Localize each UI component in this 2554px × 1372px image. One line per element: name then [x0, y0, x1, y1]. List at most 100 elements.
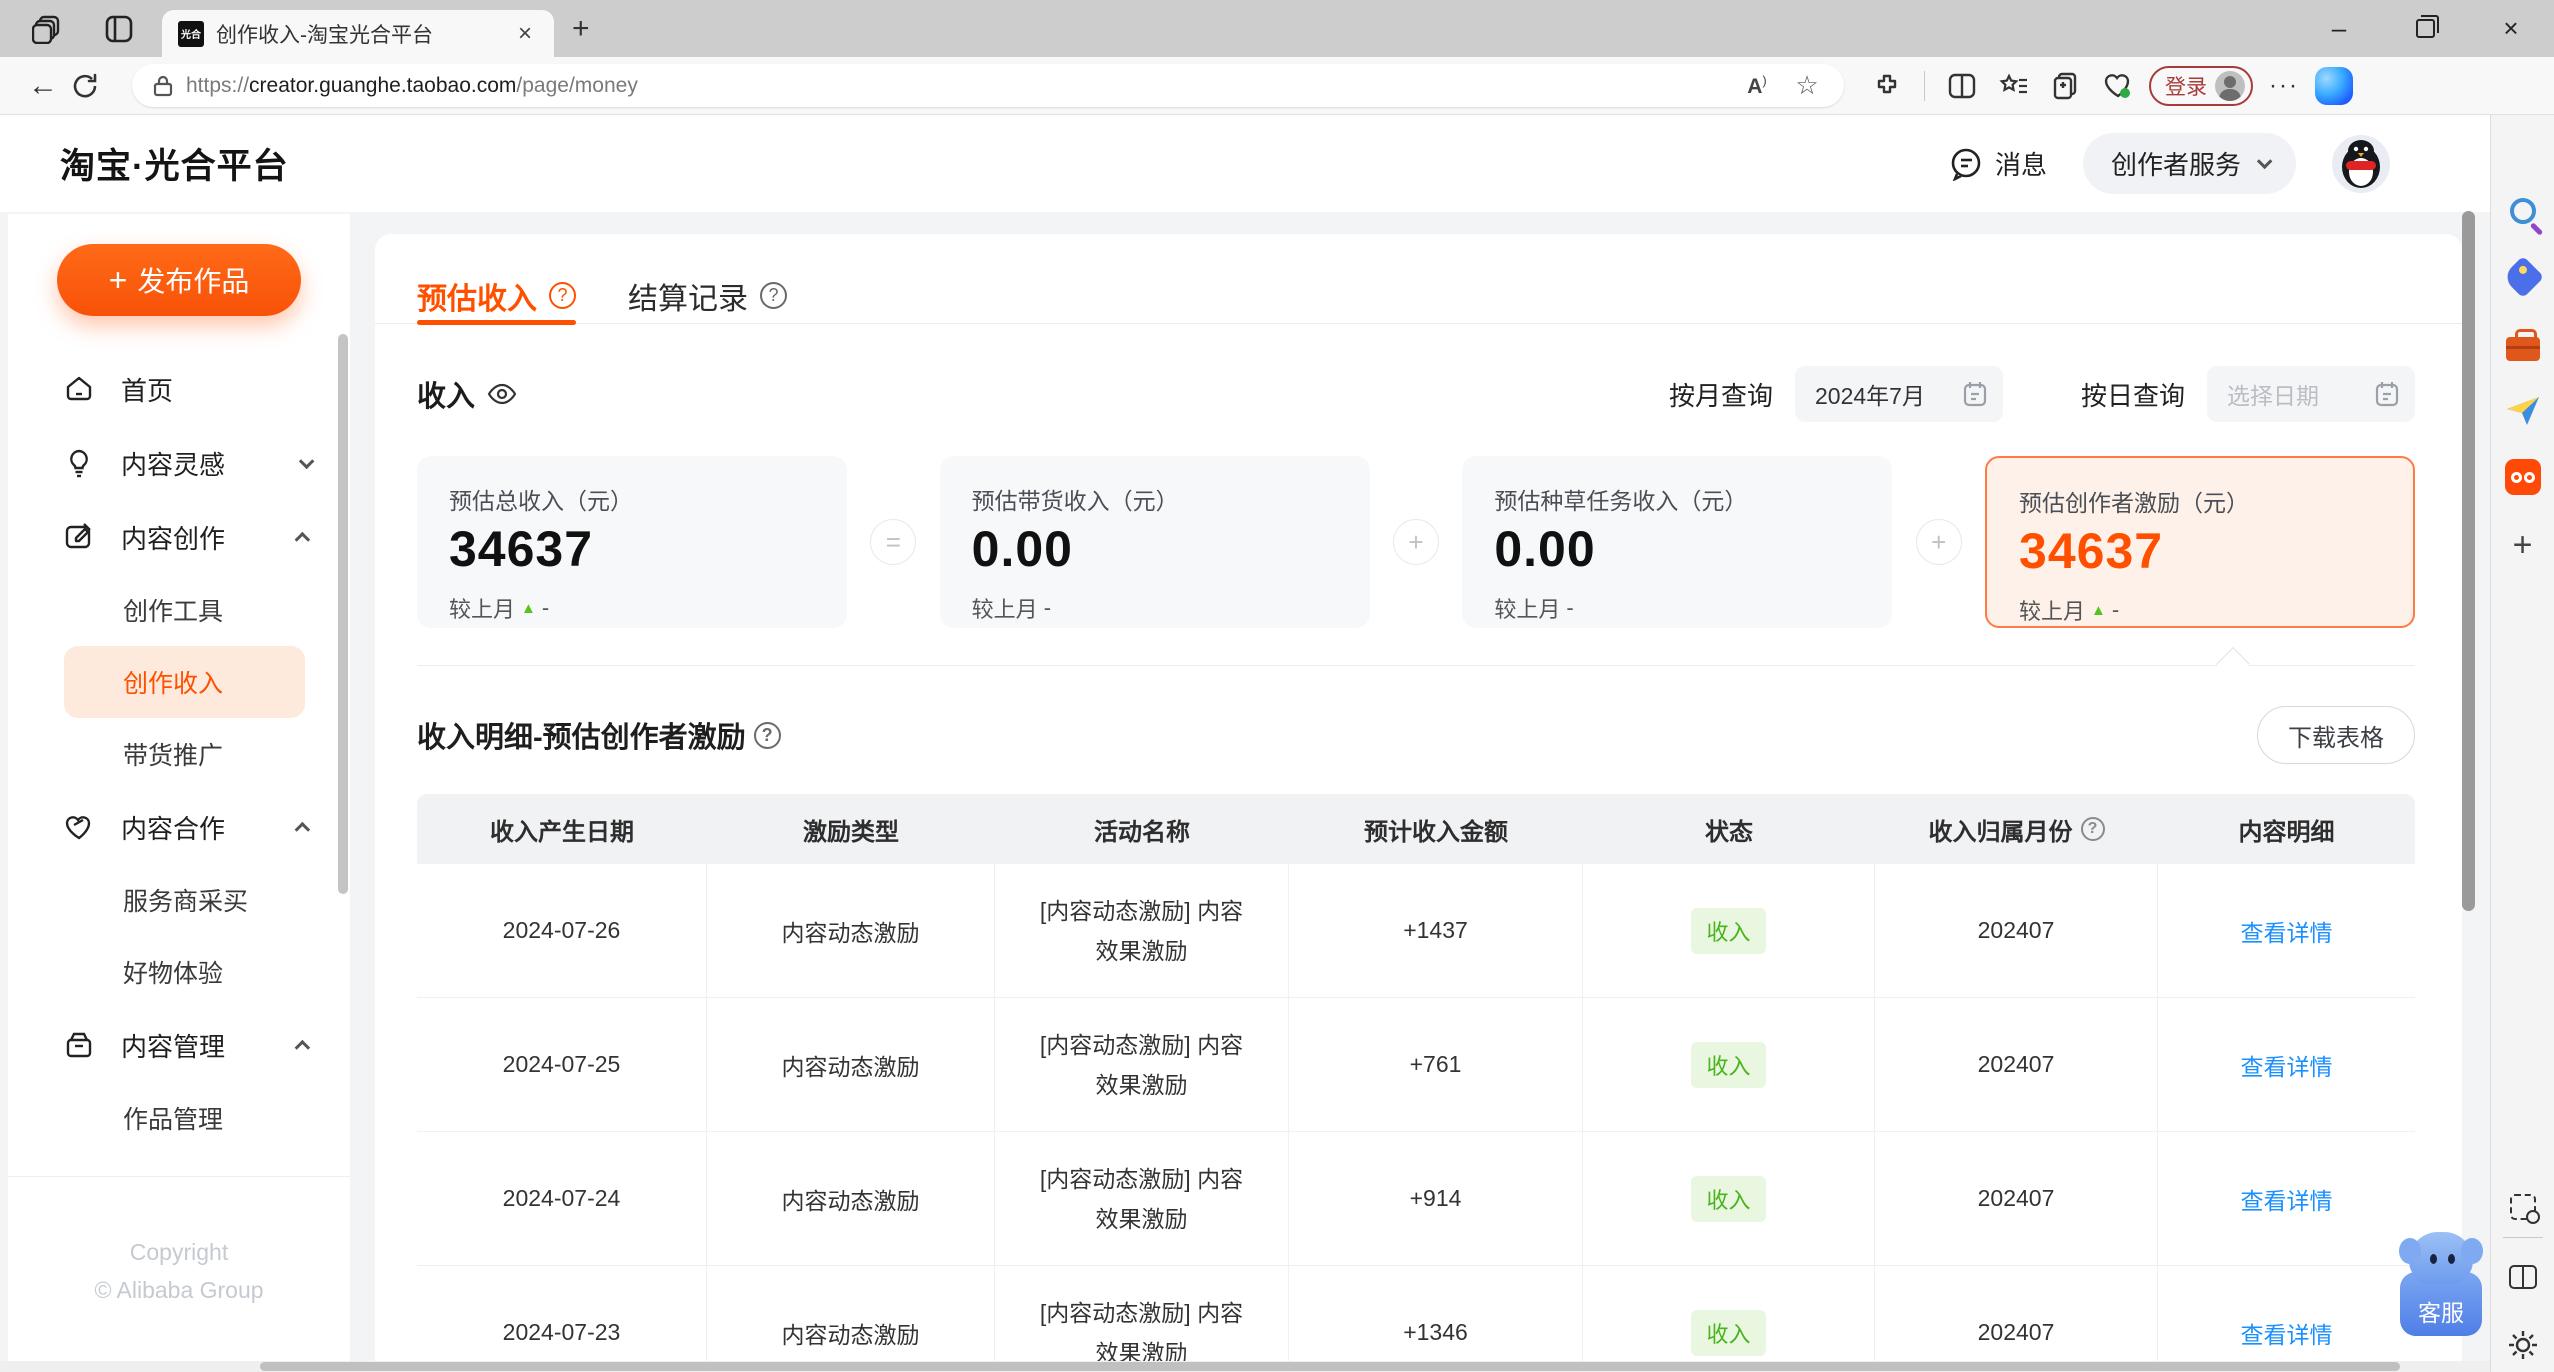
edge-shopping-icon[interactable] — [2501, 255, 2544, 299]
tab-settlement-records[interactable]: 结算记录 ? — [628, 268, 787, 323]
eye-icon[interactable] — [487, 383, 517, 405]
favorite-star-icon[interactable]: ☆ — [1786, 65, 1828, 107]
main-panel: 预估收入 ? 结算记录 ? 收入 按月查询 2024年7月 按日查询 选择日期 … — [375, 234, 2462, 1372]
browser-titlebar: 光合 创作收入-淘宝光合平台 × + – × — [0, 0, 2554, 57]
more-menu-icon[interactable]: ··· — [2263, 65, 2305, 107]
sidebar-item-works-management[interactable]: 作品管理 — [8, 1082, 350, 1154]
page-viewport: 淘宝·光合平台 消息 创作者服务 + 发布作品 首页 内容灵感 内容创作 创作工… — [0, 115, 2490, 1372]
sidebar-scrollbar[interactable] — [338, 334, 348, 894]
window-restore-button[interactable] — [2382, 0, 2468, 57]
sidebar-item-inspiration[interactable]: 内容灵感 — [8, 426, 350, 500]
read-aloud-icon[interactable]: A) — [1736, 65, 1778, 107]
calendar-icon — [2375, 382, 2399, 407]
new-tab-button[interactable]: + — [572, 12, 590, 46]
page-vertical-scrollbar[interactable] — [2462, 211, 2475, 911]
publish-work-label: 发布作品 — [137, 266, 250, 297]
sidebar-item-creation-income[interactable]: 创作收入 — [64, 646, 305, 718]
messages-button[interactable]: 消息 — [1949, 145, 2047, 182]
creator-service-menu[interactable]: 创作者服务 — [2082, 133, 2296, 194]
user-avatar[interactable] — [2332, 134, 2390, 193]
view-details-link[interactable]: 查看详情 — [2241, 1182, 2333, 1216]
sidebar-item-product-trial[interactable]: 好物体验 — [8, 936, 350, 1008]
edge-search-icon[interactable] — [2503, 191, 2543, 231]
card-task-income: 预估种草任务收入（元） 0.00 较上月 - — [1462, 456, 1893, 628]
details-title: 收入明细-预估创作者激励 ? — [417, 714, 781, 756]
edge-divider — [2503, 1237, 2543, 1238]
help-icon[interactable]: ? — [549, 282, 576, 309]
window-minimize-button[interactable]: – — [2296, 0, 2382, 57]
sidebar-item-creation-tools[interactable]: 创作工具 — [8, 574, 350, 646]
selected-card-caret — [2216, 647, 2250, 681]
edge-tools-icon[interactable] — [2503, 325, 2543, 365]
copyright-text: Copyright © Alibaba Group — [94, 1239, 264, 1303]
details-header: 收入明细-预估创作者激励 ? 下载表格 — [417, 706, 2415, 764]
workspaces-icon[interactable] — [30, 12, 64, 46]
edge-screenshot-icon[interactable] — [2503, 1187, 2543, 1227]
table-row: 2024-07-24 内容动态激励 [内容动态激励] 内容效果激励 +914 收… — [417, 1132, 2415, 1266]
browser-tab[interactable]: 光合 创作收入-淘宝光合平台 × — [162, 10, 554, 57]
sidebar-item-home[interactable]: 首页 — [8, 352, 350, 426]
view-details-link[interactable]: 查看详情 — [2241, 1048, 2333, 1082]
edge-settings-icon[interactable] — [2503, 1325, 2543, 1365]
page-horizontal-scrollbar-track — [0, 1361, 2490, 1372]
page-horizontal-scrollbar[interactable] — [260, 1362, 2400, 1371]
sidebar-item-management[interactable]: 内容管理 — [8, 1008, 350, 1082]
sidebar-item-promotion[interactable]: 带货推广 — [8, 718, 350, 790]
chevron-up-icon — [294, 531, 311, 547]
messages-label: 消息 — [1994, 150, 2047, 180]
help-icon[interactable]: ? — [2080, 817, 2105, 841]
col-header-activity: 活动名称 — [1094, 818, 1190, 846]
chevron-up-icon — [294, 1039, 311, 1055]
archive-box-icon — [63, 1030, 95, 1060]
download-table-button[interactable]: 下载表格 — [2257, 706, 2415, 764]
card-creator-incentive[interactable]: 预估创作者激励（元） 34637 较上月 ▲ - — [1985, 456, 2416, 628]
heart-hands-icon — [63, 813, 95, 841]
address-bar[interactable]: https://creator.guanghe.taobao.com/page/… — [132, 64, 1844, 107]
edge-add-icon[interactable]: + — [2503, 525, 2543, 565]
message-icon — [1951, 148, 1981, 181]
col-header-month: 收入归属月份? — [1875, 794, 2158, 864]
refresh-button[interactable] — [64, 65, 106, 107]
tab-estimated-income[interactable]: 预估收入 ? — [417, 268, 576, 325]
card-sales-income: 预估带货收入（元） 0.00 较上月 - — [939, 456, 1370, 628]
up-arrow-icon: ▲ — [2091, 601, 2106, 619]
extensions-icon[interactable] — [1866, 65, 1908, 107]
split-screen-icon[interactable] — [1941, 65, 1983, 107]
summary-cards: 预估总收入（元） 34637 较上月 ▲ - = 预估带货收入（元） 0.00 较上… — [417, 456, 2416, 628]
plus-operator: + — [1370, 519, 1463, 565]
browser-navbar: ← https://creator.guanghe.taobao.com/pag… — [0, 57, 2554, 115]
day-picker-input[interactable]: 选择日期 — [2207, 366, 2415, 422]
col-header-status: 状态 — [1705, 818, 1753, 846]
customer-service-widget[interactable]: 客服 — [2399, 1232, 2483, 1342]
tab-actions-icon[interactable] — [102, 12, 136, 46]
sidebar-item-cooperation[interactable]: 内容合作 — [8, 790, 350, 864]
favorites-bar-icon[interactable] — [1993, 65, 2035, 107]
collections-icon[interactable] — [2045, 65, 2087, 107]
edge-kuaishou-icon[interactable] — [2503, 457, 2543, 497]
tab-favicon: 光合 — [178, 20, 204, 47]
elephant-mascot-icon — [2399, 1232, 2483, 1284]
sidebar-item-creation[interactable]: 内容创作 — [8, 500, 350, 574]
edge-send-icon[interactable] — [2503, 391, 2543, 431]
publish-work-button[interactable]: + 发布作品 — [57, 244, 301, 316]
login-button[interactable]: 登录 — [2149, 65, 2253, 106]
month-picker-input[interactable]: 2024年7月 — [1794, 366, 2003, 422]
help-icon[interactable]: ? — [753, 721, 781, 749]
sidebar-item-service-purchase[interactable]: 服务商采买 — [8, 864, 350, 936]
browser-essentials-icon[interactable] — [2097, 65, 2139, 107]
chevron-up-icon — [294, 821, 311, 837]
view-details-link[interactable]: 查看详情 — [2241, 1316, 2333, 1350]
copilot-icon[interactable] — [2315, 66, 2353, 105]
table-row: 2024-07-26 内容动态激励 [内容动态激励] 内容效果激励 +1437 … — [417, 864, 2415, 998]
edge-split-icon[interactable] — [2503, 1257, 2543, 1297]
help-icon[interactable]: ? — [760, 282, 787, 309]
back-button[interactable]: ← — [22, 65, 64, 107]
up-arrow-icon: ▲ — [521, 599, 536, 617]
view-details-link[interactable]: 查看详情 — [2241, 914, 2333, 948]
tab-close-icon[interactable]: × — [512, 20, 538, 48]
plus-operator: + — [1892, 519, 1985, 565]
url-text: https://creator.guanghe.taobao.com/page/… — [186, 73, 638, 97]
sidebar-divider — [8, 1176, 350, 1177]
income-table: 收入产生日期 激励类型 活动名称 预计收入金额 状态 收入归属月份? 内容明细 … — [417, 794, 2415, 1372]
window-close-button[interactable]: × — [2468, 0, 2554, 57]
